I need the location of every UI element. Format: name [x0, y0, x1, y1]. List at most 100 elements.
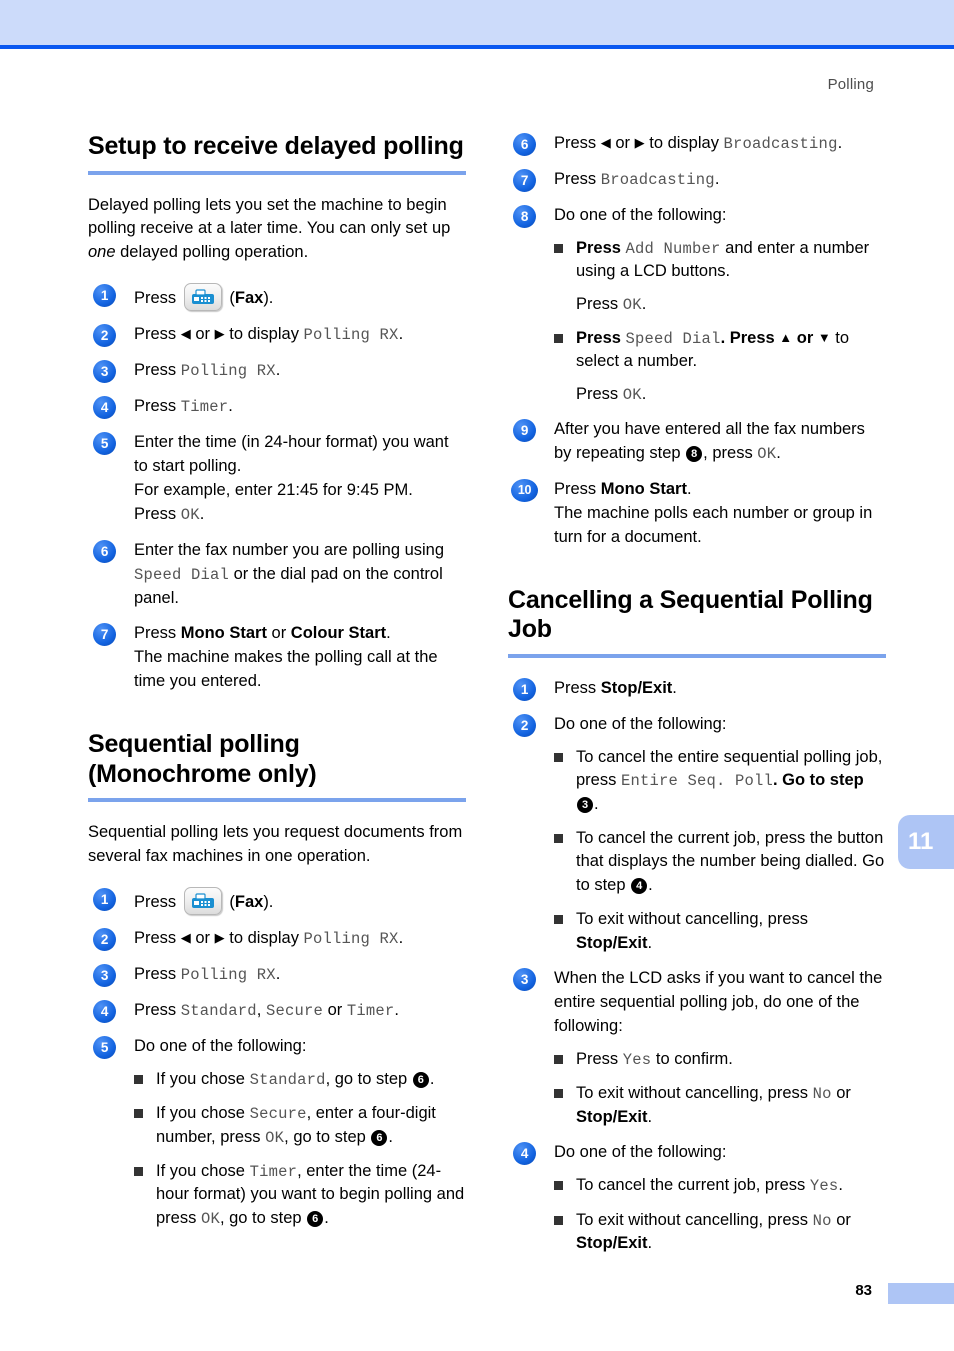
square-bullet-icon [554, 1089, 563, 1099]
arrow-up-icon: ▲ [779, 330, 793, 346]
step-body: Do one of the following: To cancel the e… [554, 713, 886, 955]
bullet-text: To cancel the current job, press the but… [576, 829, 885, 894]
period: . [837, 134, 843, 152]
period: . [199, 504, 205, 523]
step-item: 6 Press ◀ or ▶ to display Broadcasting. [508, 132, 886, 156]
period: . [429, 1069, 435, 1088]
or-text: or [615, 134, 631, 152]
lcd-label: Polling RX [303, 326, 399, 345]
lcd-label: OK [622, 295, 642, 314]
step-text: Press [554, 169, 597, 188]
step-text: Press [134, 325, 177, 344]
intro-text-b: delayed polling operation. [115, 243, 309, 262]
fax-button-icon[interactable] [183, 283, 222, 312]
step-text-line1: Enter the time (in 24-hour format) you w… [134, 433, 449, 475]
or-text: or [792, 329, 818, 348]
step-number: 1 [93, 888, 116, 912]
chapter-tab: 11 [898, 815, 954, 869]
bullet-list: To cancel the entire sequential polling … [554, 746, 886, 955]
step-number: 5 [93, 432, 116, 456]
or-text: or [266, 624, 291, 643]
step-text-after: (Fax). [229, 289, 273, 307]
square-bullet-icon [554, 243, 563, 253]
step-body: Enter the fax number you are polling usi… [134, 539, 466, 611]
lcd-label: Yes [809, 1177, 839, 1196]
period: . [275, 965, 281, 984]
square-bullet-icon [554, 834, 563, 844]
arrow-right-icon: ▶ [634, 135, 645, 150]
paren-close: ). [263, 289, 274, 308]
step-lead-text: Do one of the following: [134, 1036, 307, 1055]
lcd-label: Timer [346, 1001, 395, 1020]
step-text-line2: The machine makes the polling call at th… [134, 648, 438, 691]
step-text: Press [554, 134, 597, 152]
press-label: Press [554, 480, 597, 499]
step-number: 7 [93, 623, 116, 647]
list-item: Press Yes to confirm. [554, 1048, 886, 1071]
section-title: Cancelling a Sequential Polling Job [508, 585, 873, 644]
step-item: 1 Press Stop/Exit. [508, 677, 886, 701]
bullet-text: Press [576, 329, 626, 348]
step-text: Press [134, 965, 177, 984]
step-number: 5 [93, 1035, 116, 1059]
intro-paragraph-2: Sequential polling lets you request docu… [88, 823, 463, 866]
list-item: To cancel the current job, press Yes. [554, 1174, 886, 1197]
step-reference-badge: 3 [577, 796, 593, 813]
step-reference-badge: 4 [631, 877, 648, 894]
bullet-text: If you chose [156, 1104, 250, 1123]
step-item: 4 Press Timer. [88, 395, 466, 420]
arrow-left-icon: ◀ [600, 135, 611, 150]
fax-button-icon[interactable] [183, 887, 222, 916]
step-number: 4 [513, 1142, 536, 1166]
step-body: Press Timer. [134, 395, 466, 419]
step-item: 5 Do one of the following: If you chose … [88, 1035, 466, 1230]
bold-label: Stop/Exit [576, 933, 648, 952]
square-bullet-icon [134, 1074, 143, 1084]
bullet-text: To cancel the current job, press [576, 1176, 810, 1195]
period: . [647, 1107, 653, 1126]
bold-label: Colour Start [290, 624, 387, 643]
list-item: To cancel the current job, press the but… [554, 827, 886, 897]
step-text: Press [134, 361, 177, 380]
step-body: Press Polling RX. [134, 359, 466, 383]
step-body: Press Stop/Exit. [554, 677, 886, 701]
period: . [838, 1176, 843, 1195]
lcd-label: Yes [622, 1050, 652, 1069]
lcd-label: Speed Dial [134, 565, 230, 584]
intro-emphasis: one [88, 243, 116, 262]
heading-underline [88, 798, 466, 803]
step-body: Press ◀ or ▶ to display Polling RX. [134, 927, 466, 951]
period: . [275, 361, 281, 380]
lcd-label: Broadcasting [600, 170, 715, 189]
header-rule [0, 45, 954, 49]
section-heading-block-3: Cancelling a Sequential Polling Job [508, 586, 886, 658]
step-reference-badge: 6 [371, 1129, 388, 1146]
step-item: 1 Press (Fax). [88, 283, 466, 312]
step-item: 6 Enter the fax number you are polling u… [88, 539, 466, 611]
step-text: Press [554, 678, 597, 697]
period: . [714, 169, 720, 188]
step-body: Press ◀ or ▶ to display Polling RX. [134, 323, 466, 347]
or-text: or [831, 1084, 851, 1103]
lcd-label: Polling RX [303, 930, 399, 949]
step-body: Press Polling RX. [134, 963, 466, 987]
bullet-text: If you chose [156, 1069, 250, 1088]
or-text: or [322, 1000, 347, 1019]
page-number: 83 [855, 1282, 872, 1299]
bullet-text: To exit without cancelling, press [576, 1210, 813, 1229]
period: . [641, 384, 647, 403]
step-item: 7 Press Mono Start or Colour Start. The … [88, 622, 466, 694]
period: . [641, 294, 647, 313]
bullet-text-mid2: , go to step [219, 1208, 307, 1227]
lcd-label: Polling RX [180, 966, 276, 985]
lcd-label: Secure [265, 1001, 323, 1020]
period: . [228, 397, 233, 416]
step-item: 5 Enter the time (in 24-hour format) you… [88, 431, 466, 527]
list-item: Press Add Number and enter a number usin… [554, 237, 886, 316]
section-title: Sequential polling (Monochrome only) [88, 730, 317, 788]
period: . [776, 444, 781, 463]
step-number: 2 [93, 324, 116, 348]
period: . [394, 1000, 399, 1019]
step-number: 4 [93, 396, 116, 420]
bold-label: Fax [234, 893, 264, 912]
